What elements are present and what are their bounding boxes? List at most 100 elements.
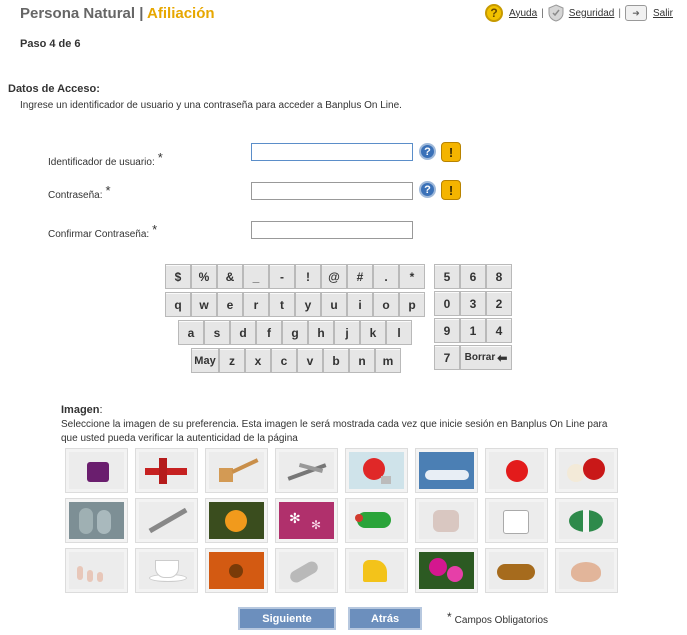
key[interactable]: # — [347, 264, 373, 289]
help-icon[interactable]: ? — [484, 4, 503, 22]
key[interactable]: d — [230, 320, 256, 345]
key[interactable]: l — [386, 320, 412, 345]
warning-icon[interactable]: ! — [441, 180, 461, 200]
image-tile[interactable] — [345, 498, 408, 543]
help-link[interactable]: Ayuda — [509, 8, 537, 19]
num-key[interactable]: 6 — [460, 264, 486, 289]
key[interactable]: m — [375, 348, 401, 373]
num-key[interactable]: 8 — [486, 264, 512, 289]
security-link[interactable]: Seguridad — [569, 8, 615, 19]
exit-link[interactable]: Salir — [653, 8, 673, 19]
key[interactable]: % — [191, 264, 217, 289]
num-key[interactable]: 5 — [434, 264, 460, 289]
app-title: Persona Natural | Afiliación — [20, 5, 215, 22]
image-tile[interactable] — [205, 498, 268, 543]
key[interactable]: _ — [243, 264, 269, 289]
image-tile[interactable] — [345, 548, 408, 593]
num-key[interactable]: 4 — [486, 318, 512, 343]
key[interactable]: r — [243, 292, 269, 317]
image-tile[interactable] — [135, 448, 198, 493]
image-tile[interactable]: ✻ ✻ — [275, 498, 338, 543]
warning-icon[interactable]: ! — [441, 142, 461, 162]
image-tile[interactable] — [65, 548, 128, 593]
key[interactable]: w — [191, 292, 217, 317]
image-tile[interactable] — [415, 548, 478, 593]
image-tile[interactable] — [205, 548, 268, 593]
key[interactable]: e — [217, 292, 243, 317]
username-input[interactable] — [251, 143, 413, 161]
image-tile[interactable] — [205, 448, 268, 493]
num-key[interactable]: 3 — [460, 291, 486, 316]
image-tile[interactable] — [345, 448, 408, 493]
image-tile[interactable] — [415, 448, 478, 493]
key[interactable]: c — [271, 348, 297, 373]
key[interactable]: g — [282, 320, 308, 345]
key[interactable]: k — [360, 320, 386, 345]
key[interactable]: h — [308, 320, 334, 345]
key[interactable]: y — [295, 292, 321, 317]
image-tile[interactable] — [485, 498, 548, 543]
key[interactable]: b — [323, 348, 349, 373]
key[interactable]: i — [347, 292, 373, 317]
num-key[interactable]: 7 — [434, 345, 460, 370]
key[interactable]: z — [219, 348, 245, 373]
key[interactable]: t — [269, 292, 295, 317]
back-button[interactable]: Atrás — [348, 607, 422, 630]
key[interactable]: - — [269, 264, 295, 289]
num-key[interactable]: 2 — [486, 291, 512, 316]
image-title-colon: : — [99, 404, 103, 416]
key[interactable]: o — [373, 292, 399, 317]
confirm-password-input[interactable] — [251, 221, 413, 239]
shield-icon — [548, 4, 564, 22]
key[interactable]: $ — [165, 264, 191, 289]
confirm-password-label-text: Confirmar Contraseña: — [48, 229, 150, 240]
password-input[interactable] — [251, 182, 413, 200]
key[interactable]: j — [334, 320, 360, 345]
key[interactable]: s — [204, 320, 230, 345]
image-tile[interactable] — [415, 498, 478, 543]
key[interactable]: @ — [321, 264, 347, 289]
key[interactable]: f — [256, 320, 282, 345]
key[interactable]: . — [373, 264, 399, 289]
key[interactable]: q — [165, 292, 191, 317]
image-tile[interactable] — [555, 498, 618, 543]
metal-scoop-image — [279, 552, 334, 589]
green-parrot-image — [349, 502, 404, 539]
image-tile[interactable] — [65, 448, 128, 493]
image-tile[interactable] — [555, 448, 618, 493]
exit-icon[interactable]: ➜ — [624, 5, 647, 21]
red-white-roses-image — [559, 452, 614, 489]
key[interactable]: ! — [295, 264, 321, 289]
key[interactable]: n — [349, 348, 375, 373]
key[interactable]: x — [245, 348, 271, 373]
key[interactable]: v — [297, 348, 323, 373]
question-icon[interactable]: ? — [419, 143, 436, 160]
backspace-key[interactable]: Borrar ⬅ — [460, 345, 512, 370]
image-tile[interactable] — [275, 548, 338, 593]
required-mark: * — [152, 222, 158, 237]
key[interactable]: & — [217, 264, 243, 289]
caps-key[interactable]: May — [191, 348, 219, 373]
image-tile[interactable] — [485, 548, 548, 593]
key[interactable]: a — [178, 320, 204, 345]
image-tile[interactable] — [65, 498, 128, 543]
key[interactable]: p — [399, 292, 425, 317]
image-grid: ✻ ✻ — [65, 448, 625, 598]
image-tile[interactable] — [485, 448, 548, 493]
key[interactable]: u — [321, 292, 347, 317]
lighter-image — [139, 502, 194, 539]
key[interactable]: * — [399, 264, 425, 289]
image-tile[interactable] — [135, 548, 198, 593]
num-key[interactable]: 9 — [434, 318, 460, 343]
num-key[interactable]: 0 — [434, 291, 460, 316]
next-button[interactable]: Siguiente — [238, 607, 336, 630]
image-tile[interactable] — [555, 548, 618, 593]
image-tile[interactable] — [135, 498, 198, 543]
wooden-mallet-image — [209, 452, 264, 489]
title-accent: Afiliación — [147, 5, 215, 22]
orange-flower-image — [209, 552, 264, 589]
yellow-dinosaur-image — [349, 552, 404, 589]
question-icon[interactable]: ? — [419, 181, 436, 198]
image-tile[interactable] — [275, 448, 338, 493]
num-key[interactable]: 1 — [460, 318, 486, 343]
